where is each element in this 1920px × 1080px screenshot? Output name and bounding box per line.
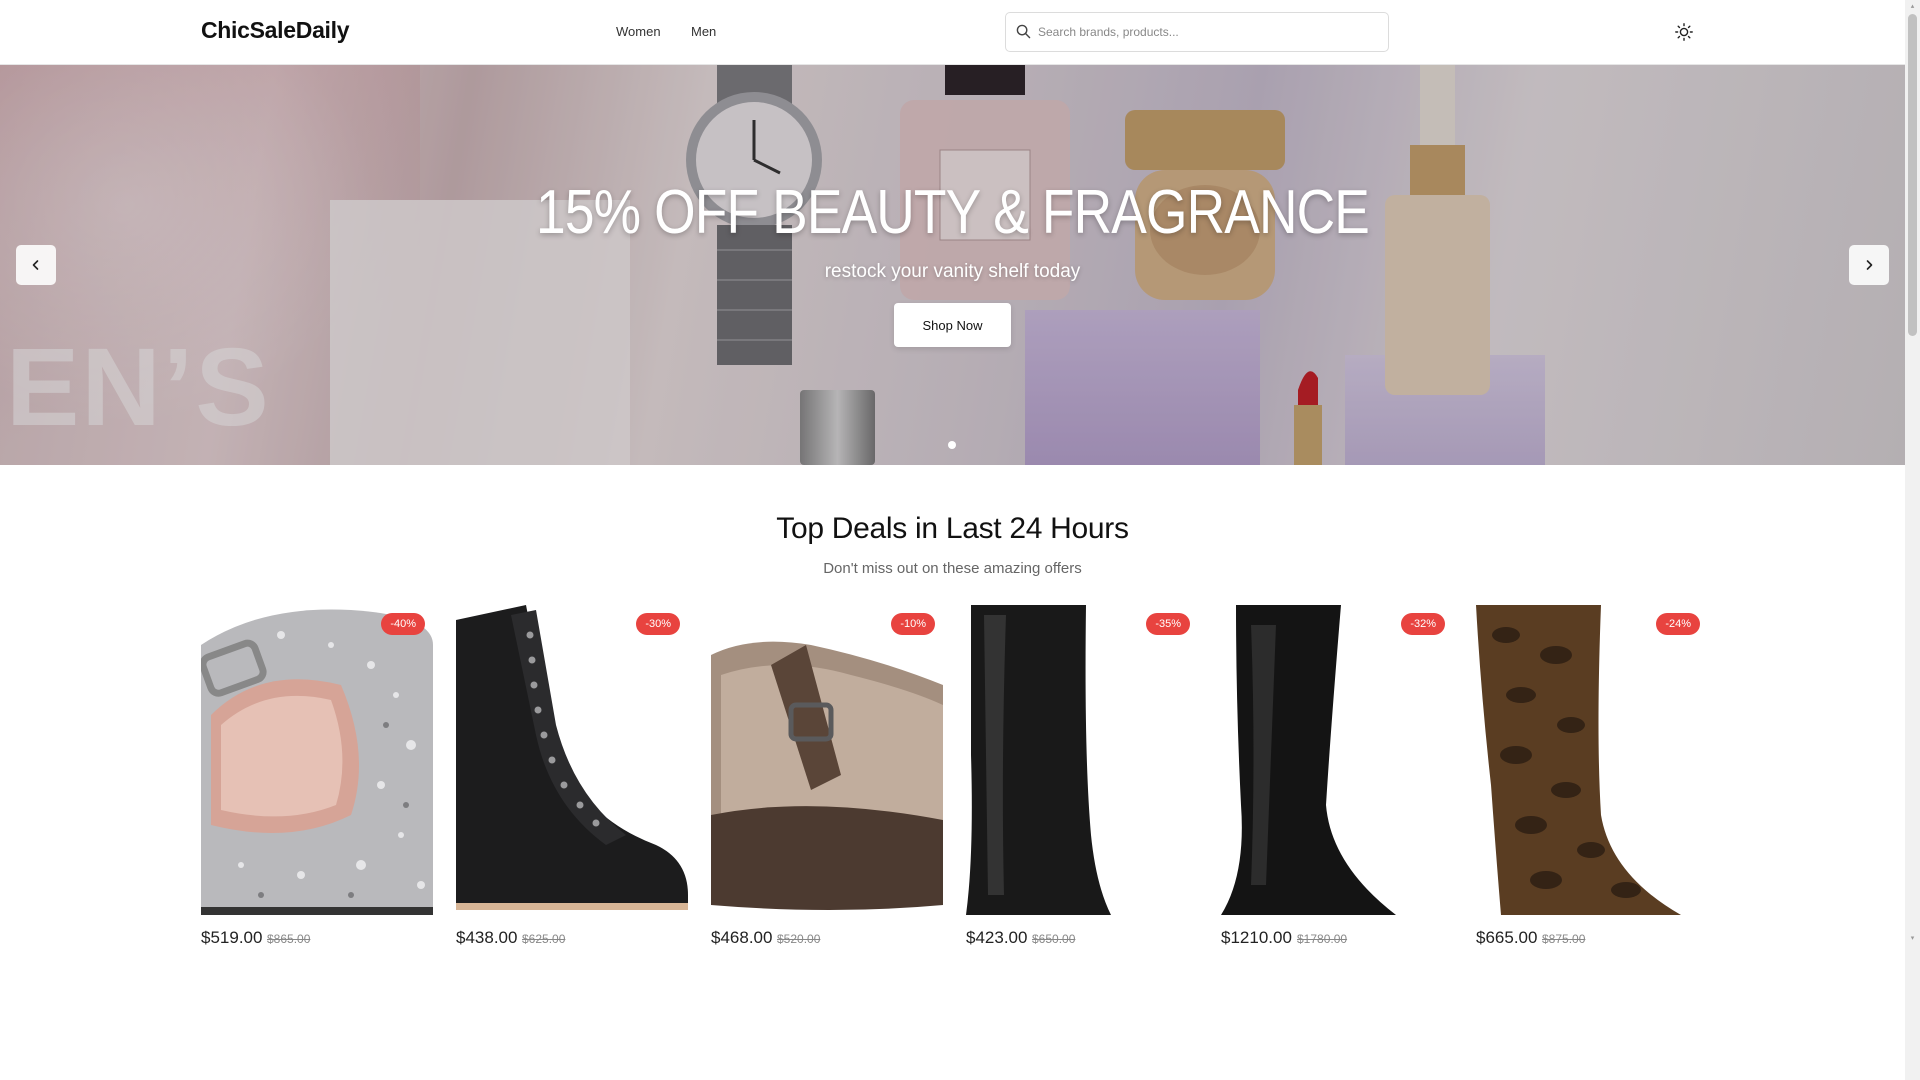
hero-banner: EN’S 15% OFF BEAUTY & FRAGRANCE restock …: [0, 65, 1905, 465]
scroll-down-arrow-icon[interactable]: ▾: [1909, 935, 1916, 942]
product-image[interactable]: [1476, 605, 1708, 915]
product-card[interactable]: -10% $468.00 $520.00: [711, 605, 943, 955]
hero-subtitle: restock your vanity shelf today: [824, 261, 1081, 282]
product-old-price: $520.00: [777, 932, 821, 946]
product-image[interactable]: [201, 605, 433, 915]
hero-title: 15% OFF BEAUTY & FRAGRANCE: [536, 178, 1370, 247]
scrollbar-thumb[interactable]: [1908, 14, 1917, 336]
deals-section-title: Top Deals in Last 24 Hours: [776, 512, 1129, 545]
discount-badge: -40%: [381, 613, 425, 635]
discount-badge: -32%: [1401, 613, 1445, 635]
product-old-price: $865.00: [267, 932, 311, 946]
carousel-next-button[interactable]: [1849, 245, 1889, 285]
site-logo[interactable]: ChicSaleDaily: [201, 17, 350, 44]
discount-badge: -35%: [1146, 613, 1190, 635]
discount-badge: -24%: [1656, 613, 1700, 635]
chevron-right-icon: [1866, 260, 1873, 270]
product-card[interactable]: -40% $519.00 $865.00: [201, 605, 433, 955]
product-price: $665.00: [1476, 928, 1538, 947]
product-image-lace-up-boot: [456, 605, 688, 910]
search-input[interactable]: [1038, 22, 1378, 42]
product-image-slouch-boot: [1221, 605, 1396, 915]
product-old-price: $875.00: [1542, 932, 1586, 946]
product-image-glitter-shoe: [201, 609, 433, 915]
product-card[interactable]: -30% $438.00 $625.00: [456, 605, 688, 955]
discount-badge: -30%: [636, 613, 680, 635]
product-price: $423.00: [966, 928, 1028, 947]
nav-men[interactable]: Men: [691, 24, 716, 39]
product-image[interactable]: [966, 605, 1198, 915]
scroll-up-arrow-icon[interactable]: ▴: [1909, 3, 1916, 10]
product-image[interactable]: [1221, 605, 1453, 915]
product-image[interactable]: [456, 605, 688, 915]
product-image-shearling-shoe: [711, 641, 943, 910]
product-price: $1210.00: [1221, 928, 1292, 947]
search-bar[interactable]: [1005, 12, 1389, 52]
carousel-prev-button[interactable]: [16, 245, 56, 285]
search-icon: [1016, 24, 1031, 39]
product-card[interactable]: -24% $665.00 $875.00: [1476, 605, 1708, 955]
product-price: $519.00: [201, 928, 263, 947]
theme-toggle-button[interactable]: [1674, 22, 1694, 42]
deals-section-subtitle: Don't miss out on these amazing offers: [823, 560, 1082, 577]
page-scrollbar[interactable]: ▴ ▾: [1905, 0, 1920, 1080]
product-old-price: $625.00: [522, 932, 566, 946]
nav-women[interactable]: Women: [616, 24, 661, 39]
discount-badge: -10%: [891, 613, 935, 635]
site-header: ChicSaleDaily Women Men: [0, 0, 1905, 65]
carousel-dot[interactable]: [948, 441, 956, 449]
product-card[interactable]: -35% $423.00 $650.00: [966, 605, 1198, 955]
product-old-price: $1780.00: [1297, 932, 1348, 946]
sun-icon: [1675, 23, 1693, 41]
chevron-left-icon: [32, 260, 39, 270]
product-image[interactable]: [711, 605, 943, 915]
product-price: $438.00: [456, 928, 518, 947]
product-card[interactable]: -32% $1210.00 $1780.00: [1221, 605, 1453, 955]
product-old-price: $650.00: [1032, 932, 1076, 946]
product-price: $468.00: [711, 928, 773, 947]
product-image-snakeskin-boot: [1476, 605, 1681, 915]
shop-now-button[interactable]: Shop Now: [894, 303, 1011, 347]
product-image-knee-boot: [966, 605, 1111, 915]
